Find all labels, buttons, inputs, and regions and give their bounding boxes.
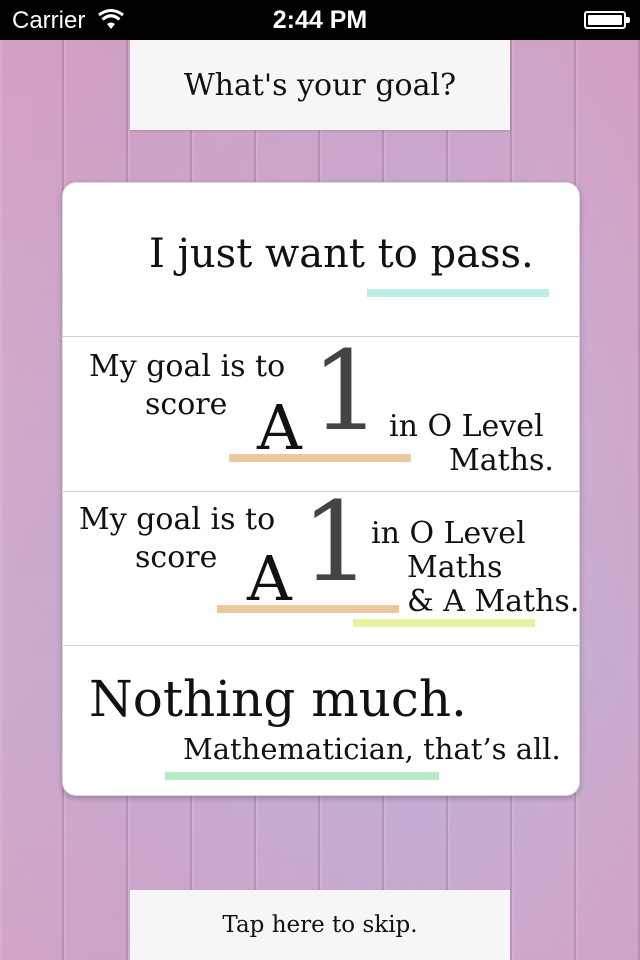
option-a1a-line2: score	[135, 540, 218, 575]
page-title: What's your goal?	[183, 67, 457, 103]
option-a1a-suffix3: & A Maths.	[407, 584, 580, 619]
option-a1a-grade-number: 1	[301, 478, 371, 606]
option-a1a-suffix1: in O Level	[371, 516, 526, 551]
option-a1a-line1: My goal is to	[79, 502, 276, 537]
option-a1a-suffix2: Maths	[407, 550, 503, 585]
option-nothing-subtitle: Mathematician, that’s all.	[183, 732, 561, 766]
option-a1-line2: score	[145, 387, 228, 422]
goal-option-a1-olevel[interactable]: My goal is to score A 1 in O Level Maths…	[63, 327, 579, 491]
option-a1a-underline-amaths	[353, 619, 535, 627]
option-a1-grade-number: 1	[311, 327, 381, 455]
battery-icon	[584, 11, 630, 29]
option-nothing-title: Nothing much.	[89, 670, 467, 728]
page-title-box: What's your goal?	[130, 40, 510, 130]
clock: 2:44 PM	[272, 6, 368, 34]
option-a1-underline	[229, 454, 411, 462]
option-a1-suffix2: Maths.	[449, 443, 554, 478]
goal-options-card: I just want to pass. My goal is to score…	[62, 182, 580, 796]
option-a1-suffix1: in O Level	[389, 409, 544, 444]
option-a1-line1: My goal is to	[89, 349, 286, 384]
status-bar: Carrier 2:44 PM	[0, 0, 640, 40]
goal-option-pass[interactable]: I just want to pass.	[63, 183, 579, 336]
option-a1a-underline-grade	[217, 605, 399, 613]
goal-option-nothing-much[interactable]: Nothing much. Mathematician, that’s all.	[63, 646, 579, 795]
goal-option-a1-olevel-amaths[interactable]: My goal is to score A 1 in O Level Maths…	[63, 478, 580, 645]
option-nothing-underline	[165, 772, 439, 780]
option-pass-text: I just want to pass.	[149, 231, 534, 277]
skip-label: Tap here to skip.	[222, 912, 418, 938]
skip-button[interactable]: Tap here to skip.	[130, 890, 510, 960]
option-pass-underline	[367, 289, 549, 297]
